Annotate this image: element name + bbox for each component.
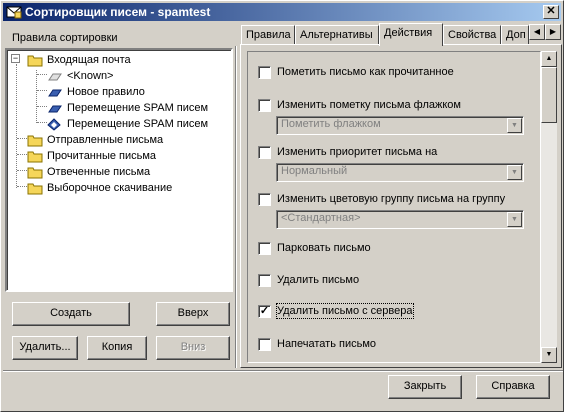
rule-diamond-icon bbox=[47, 118, 61, 131]
down-button[interactable]: Вниз bbox=[156, 336, 230, 360]
tab-properties[interactable]: Свойства bbox=[443, 25, 501, 45]
tree-item-label: Новое правило bbox=[67, 86, 145, 98]
bottom-divider bbox=[3, 370, 563, 372]
tab-alternatives[interactable]: Альтернативы bbox=[295, 25, 379, 45]
tab-actions[interactable]: Действия bbox=[379, 23, 443, 46]
folder-icon bbox=[27, 183, 43, 195]
action-label: Изменить приоритет письма на bbox=[277, 146, 438, 158]
checkbox[interactable] bbox=[258, 193, 271, 206]
tab-rules[interactable]: Правила bbox=[241, 25, 295, 45]
select-value: <Стандартная> bbox=[281, 212, 361, 224]
tree-item-label: Отвеченные письма bbox=[47, 166, 151, 178]
flag-select[interactable]: Пометить флажком ▼ bbox=[276, 116, 524, 135]
collapse-icon[interactable]: − bbox=[11, 54, 20, 63]
priority-select[interactable]: Нормальный ▼ bbox=[276, 163, 524, 182]
select-value: Пометить флажком bbox=[281, 118, 381, 130]
checkbox[interactable] bbox=[258, 242, 271, 255]
delete-button[interactable]: Удалить... bbox=[12, 336, 78, 360]
rules-tree[interactable]: − Входящая почта <Known> Новое правило П… bbox=[5, 48, 233, 292]
tree-item-label: Отправленные письма bbox=[47, 134, 164, 146]
copy-button[interactable]: Копия bbox=[87, 336, 147, 360]
scroll-down-icon[interactable]: ▼ bbox=[541, 347, 557, 363]
create-button[interactable]: Создать bbox=[12, 302, 130, 326]
select-value: Нормальный bbox=[281, 165, 348, 177]
action-label: Удалить письмо bbox=[277, 274, 360, 286]
folder-icon bbox=[27, 135, 43, 147]
tree-item-label: Прочитанные письма bbox=[47, 150, 157, 162]
actions-tab-panel: Пометить письмо как прочитанное Изменить… bbox=[240, 44, 562, 368]
rule-disabled-icon bbox=[48, 73, 62, 81]
folder-icon bbox=[27, 55, 43, 67]
chevron-down-icon[interactable]: ▼ bbox=[507, 212, 522, 227]
tab-extra[interactable]: Доп bbox=[501, 25, 529, 45]
window-title: Сортировщик писем - spamtest bbox=[25, 5, 211, 19]
tree-connector bbox=[37, 122, 47, 123]
tree-connector bbox=[37, 74, 47, 75]
title-bar[interactable]: Сортировщик писем - spamtest ✕ bbox=[3, 3, 561, 21]
close-button[interactable]: Закрыть bbox=[388, 375, 462, 399]
tab-scroll-left-icon[interactable]: ◀ bbox=[529, 24, 545, 40]
folder-icon bbox=[27, 151, 43, 163]
tree-connector bbox=[37, 90, 47, 91]
tree-connector bbox=[17, 154, 27, 155]
tree-item-label: <Known> bbox=[67, 70, 114, 82]
scrollbar-thumb[interactable] bbox=[541, 67, 557, 123]
actions-scrollbar[interactable]: ▲ ▼ bbox=[541, 51, 557, 363]
action-label: Удалить письмо с сервера bbox=[276, 303, 414, 319]
tree-connector bbox=[17, 186, 27, 187]
rule-icon bbox=[48, 105, 62, 113]
vertical-divider bbox=[235, 46, 237, 368]
checkbox[interactable] bbox=[258, 338, 271, 351]
action-label: Пометить письмо как прочитанное bbox=[277, 66, 454, 78]
close-icon[interactable]: ✕ bbox=[543, 5, 559, 19]
checkbox[interactable] bbox=[258, 146, 271, 159]
actions-list: Пометить письмо как прочитанное Изменить… bbox=[247, 51, 541, 363]
scroll-up-icon[interactable]: ▲ bbox=[541, 51, 557, 67]
action-label: Изменить пометку письма флажком bbox=[277, 99, 461, 111]
checkbox-checked-icon[interactable]: ✓ bbox=[258, 305, 271, 318]
rules-label: Правила сортировки bbox=[12, 32, 118, 44]
action-label: Изменить цветовую группу письма на групп… bbox=[277, 193, 506, 205]
tree-connector bbox=[37, 106, 47, 107]
rule-icon bbox=[48, 89, 62, 97]
tree-item-label: Входящая почта bbox=[47, 54, 131, 66]
checkbox[interactable] bbox=[258, 66, 271, 79]
help-button[interactable]: Справка bbox=[476, 375, 550, 399]
up-button[interactable]: Вверх bbox=[156, 302, 230, 326]
chevron-down-icon[interactable]: ▼ bbox=[507, 118, 522, 133]
chevron-down-icon[interactable]: ▼ bbox=[507, 165, 522, 180]
tree-item-label: Перемещение SPAM писем bbox=[67, 102, 209, 114]
tab-strip: Правила Альтернативы Действия Свойства Д… bbox=[239, 23, 564, 46]
tree-item-label: Перемещение SPAM писем bbox=[67, 118, 209, 130]
sorter-window: Сортировщик писем - spamtest ✕ Правила с… bbox=[0, 0, 564, 412]
checkbox[interactable] bbox=[258, 99, 271, 112]
folder-icon bbox=[27, 167, 43, 179]
action-label: Напечатать письмо bbox=[277, 338, 377, 350]
app-icon bbox=[6, 6, 22, 19]
color-group-select[interactable]: <Стандартная> ▼ bbox=[276, 210, 524, 229]
tree-connector bbox=[17, 170, 27, 171]
tree-connector bbox=[36, 70, 37, 123]
tab-scroll-right-icon[interactable]: ▶ bbox=[545, 24, 561, 40]
tree-connector bbox=[17, 138, 27, 139]
checkbox[interactable] bbox=[258, 274, 271, 287]
action-label: Парковать письмо bbox=[277, 242, 371, 254]
tree-item-label: Выборочное скачивание bbox=[47, 182, 173, 194]
